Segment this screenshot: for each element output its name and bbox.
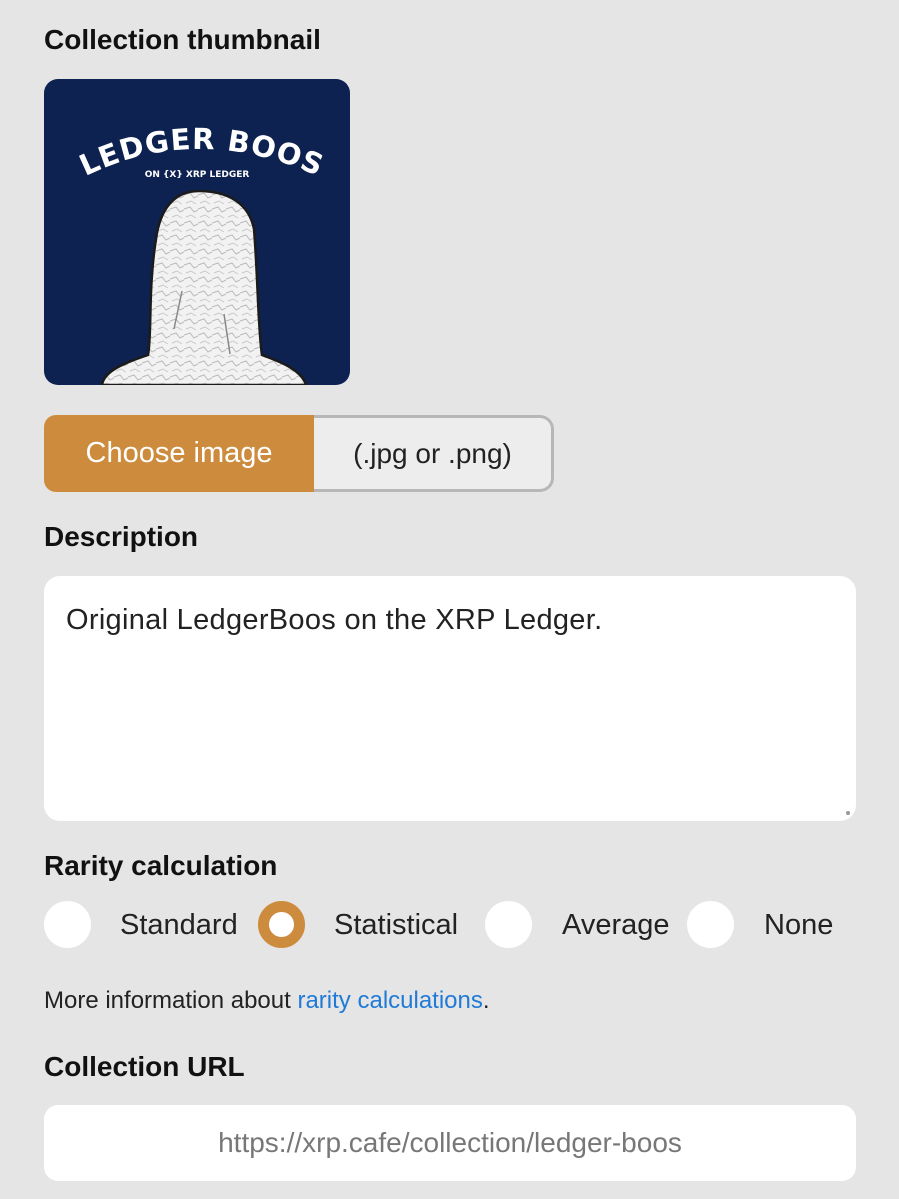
rarity-info-prefix: More information about — [44, 987, 298, 1014]
radio-label-average: Average — [562, 909, 670, 941]
collection-thumbnail: LEDGER BOOS ON {X} XRP LEDGER — [44, 79, 350, 385]
rarity-options: Standard Statistical Average None — [44, 901, 856, 953]
rarity-info-suffix: . — [482, 987, 490, 1014]
rarity-calculations-link[interactable]: rarity calculations — [297, 987, 482, 1014]
radio-statistical[interactable] — [258, 901, 305, 948]
description-label: Description — [44, 521, 199, 552]
resize-handle-icon[interactable] — [846, 811, 850, 815]
description-textarea[interactable]: Original LedgerBoos on the XRP Ledger. — [44, 576, 856, 821]
thumbnail-label: Collection thumbnail — [44, 24, 321, 55]
description-text: Original LedgerBoos on the XRP Ledger. — [66, 604, 603, 636]
thumbnail-image: LEDGER BOOS ON {X} XRP LEDGER — [74, 122, 328, 385]
rarity-info: More information about rarity calculatio… — [44, 987, 490, 1015]
file-picker: Choose image (.jpg or .png) — [44, 415, 554, 492]
radio-none[interactable] — [687, 901, 734, 948]
rarity-label: Rarity calculation — [44, 850, 278, 881]
thumbnail-subtitle: ON {X} XRP LEDGER — [145, 170, 250, 180]
radio-standard[interactable] — [44, 901, 91, 948]
ghost-figure — [100, 189, 308, 385]
radio-label-statistical: Statistical — [334, 909, 459, 941]
radio-label-none: None — [764, 909, 834, 941]
collection-url-input[interactable] — [44, 1105, 856, 1181]
radio-average[interactable] — [485, 901, 532, 948]
radio-label-standard: Standard — [120, 909, 238, 941]
choose-image-button[interactable]: Choose image — [44, 415, 314, 492]
collection-url-label: Collection URL — [44, 1051, 245, 1082]
file-type-hint: (.jpg or .png) — [314, 415, 554, 492]
